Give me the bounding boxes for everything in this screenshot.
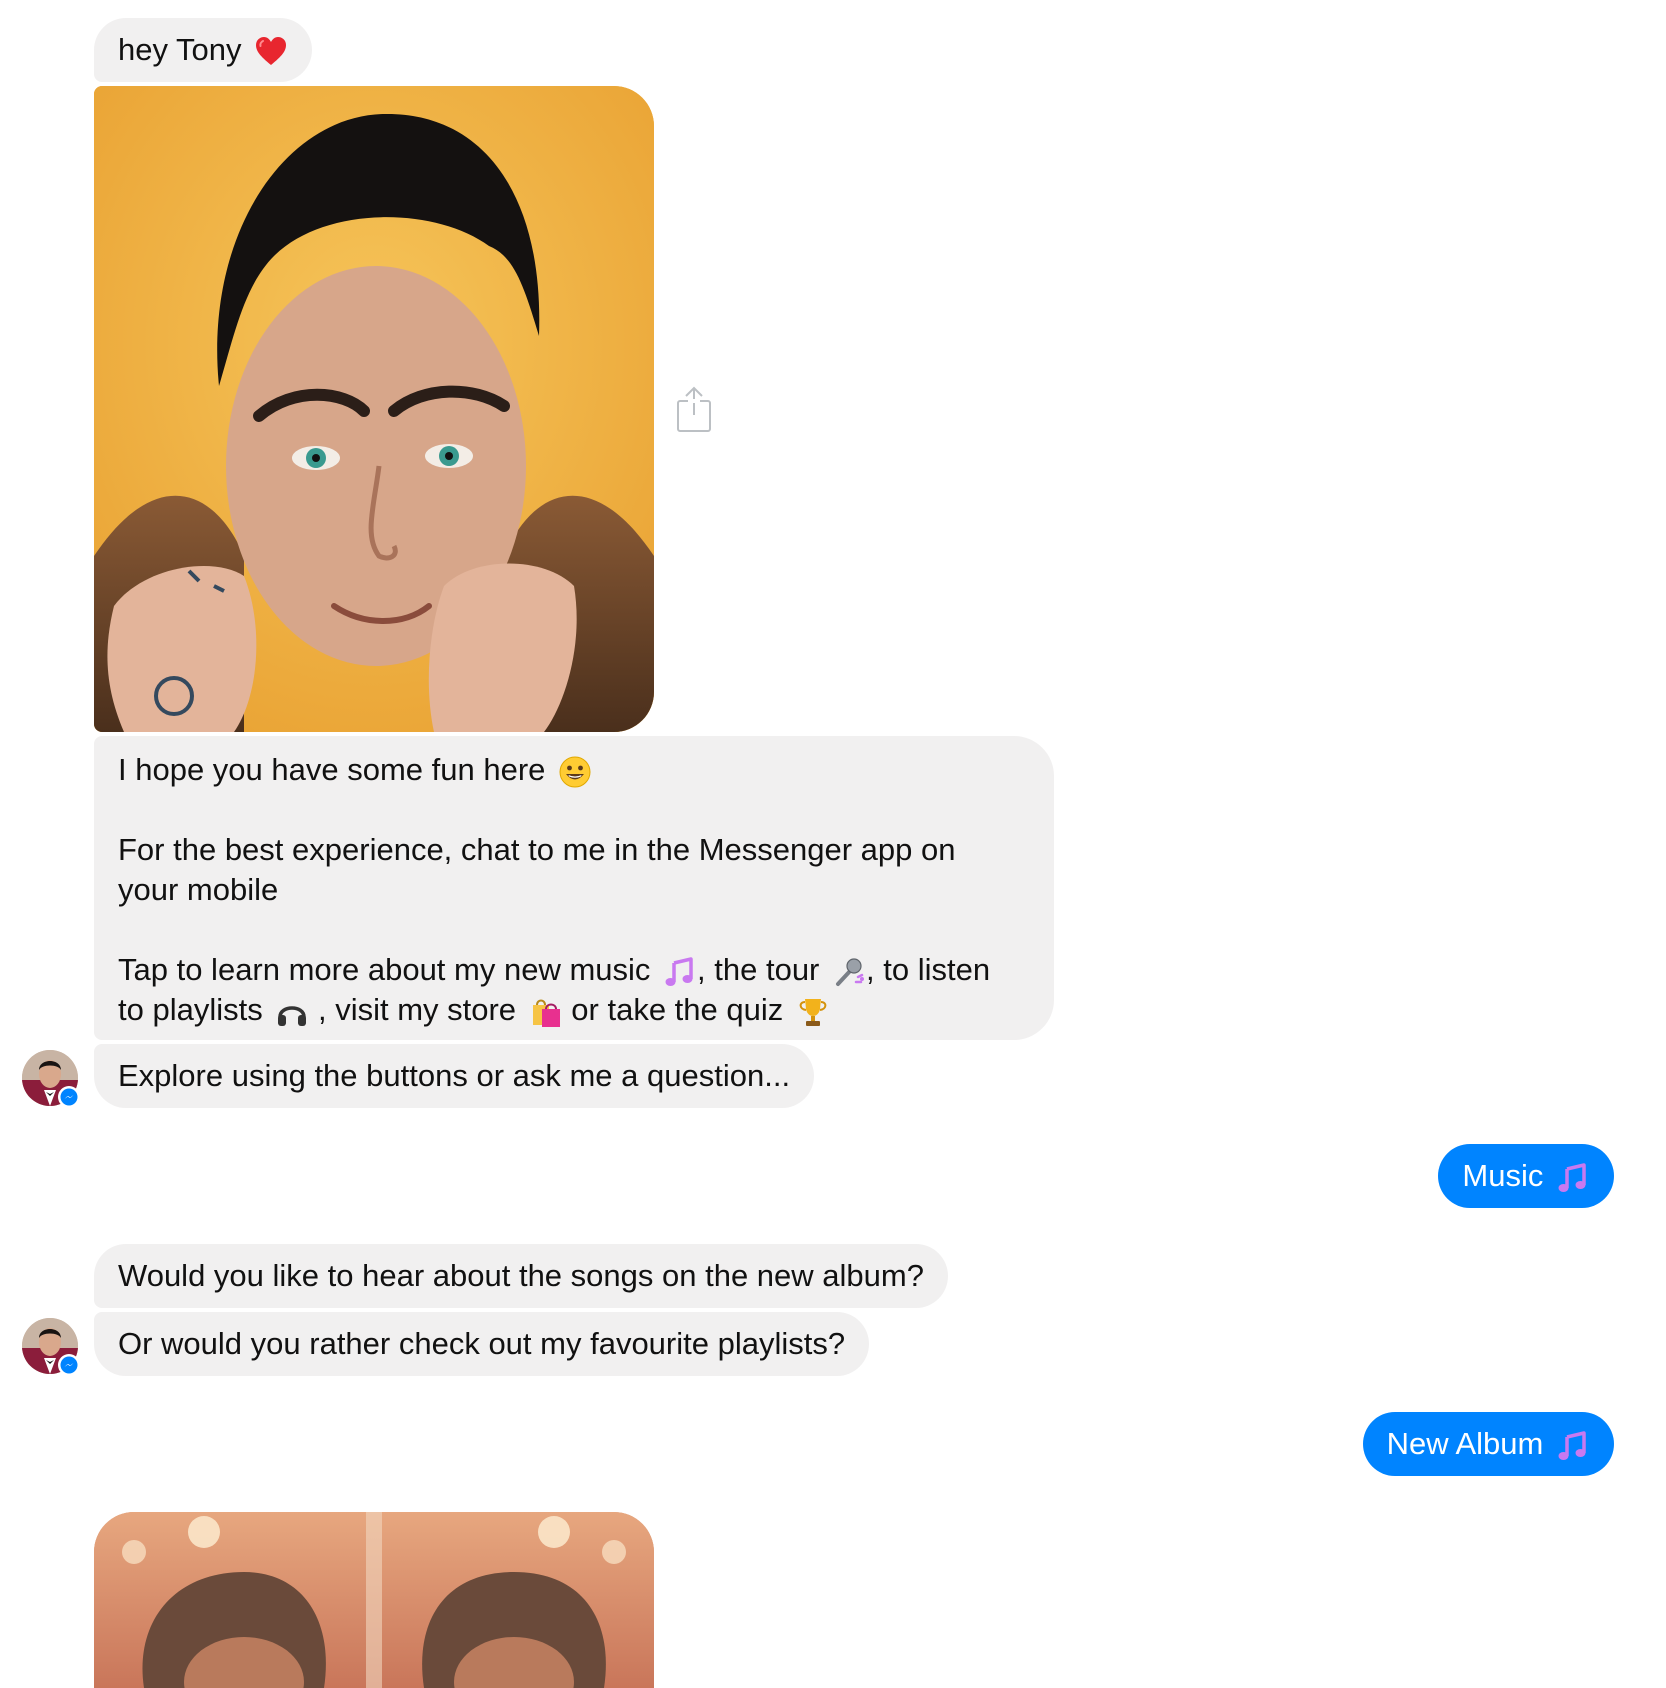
welcome-line-3: your mobile <box>118 872 279 907</box>
message-text: Would you like to hear about the songs o… <box>118 1258 924 1293</box>
message-text: Explore using the buttons or ask me a qu… <box>118 1058 791 1093</box>
shopping-bags-icon <box>529 995 563 1029</box>
user-message-music: Music <box>1438 1144 1614 1208</box>
bot-photo-portrait[interactable] <box>94 86 654 732</box>
message-text: hey Tony <box>118 32 242 67</box>
bot-avatar[interactable] <box>22 1318 80 1376</box>
microphone-icon <box>832 955 866 989</box>
welcome-line-1: I hope you have some fun here <box>118 750 1030 790</box>
headphones-icon <box>275 995 309 1029</box>
messenger-badge-icon <box>58 1086 80 1108</box>
user-message-new-album: New Album <box>1362 1412 1614 1476</box>
bot-message-greeting: hey Tony <box>94 18 313 82</box>
bot-message-welcome: I hope you have some fun here For the be… <box>94 736 1054 1040</box>
musical-note-icon <box>1556 1429 1590 1463</box>
message-text: Or would you rather check out my favouri… <box>118 1326 846 1361</box>
bot-photo-album-cover[interactable] <box>94 1512 654 1688</box>
trophy-icon <box>796 995 830 1029</box>
welcome-line-5: to playlists , visit my store or take th… <box>118 990 1030 1030</box>
grinning-face-icon <box>558 755 592 789</box>
musical-note-icon <box>663 955 697 989</box>
bot-avatar[interactable] <box>22 1050 80 1108</box>
welcome-line-4: Tap to learn more about my new music , t… <box>118 952 991 989</box>
share-icon[interactable] <box>676 385 712 433</box>
message-text: New Album <box>1386 1426 1544 1461</box>
messenger-badge-icon <box>58 1354 80 1376</box>
bot-message-playlists-question: Or would you rather check out my favouri… <box>94 1312 870 1376</box>
message-text: Music <box>1462 1158 1544 1193</box>
bot-message-album-question: Would you like to hear about the songs o… <box>94 1244 948 1308</box>
bot-message-explore: Explore using the buttons or ask me a qu… <box>94 1044 815 1108</box>
red-heart-icon <box>254 35 288 69</box>
musical-note-icon <box>1556 1161 1590 1195</box>
portrait-image <box>94 86 654 732</box>
welcome-line-2: For the best experience, chat to me in t… <box>118 832 956 867</box>
album-cover-image <box>94 1512 654 1688</box>
